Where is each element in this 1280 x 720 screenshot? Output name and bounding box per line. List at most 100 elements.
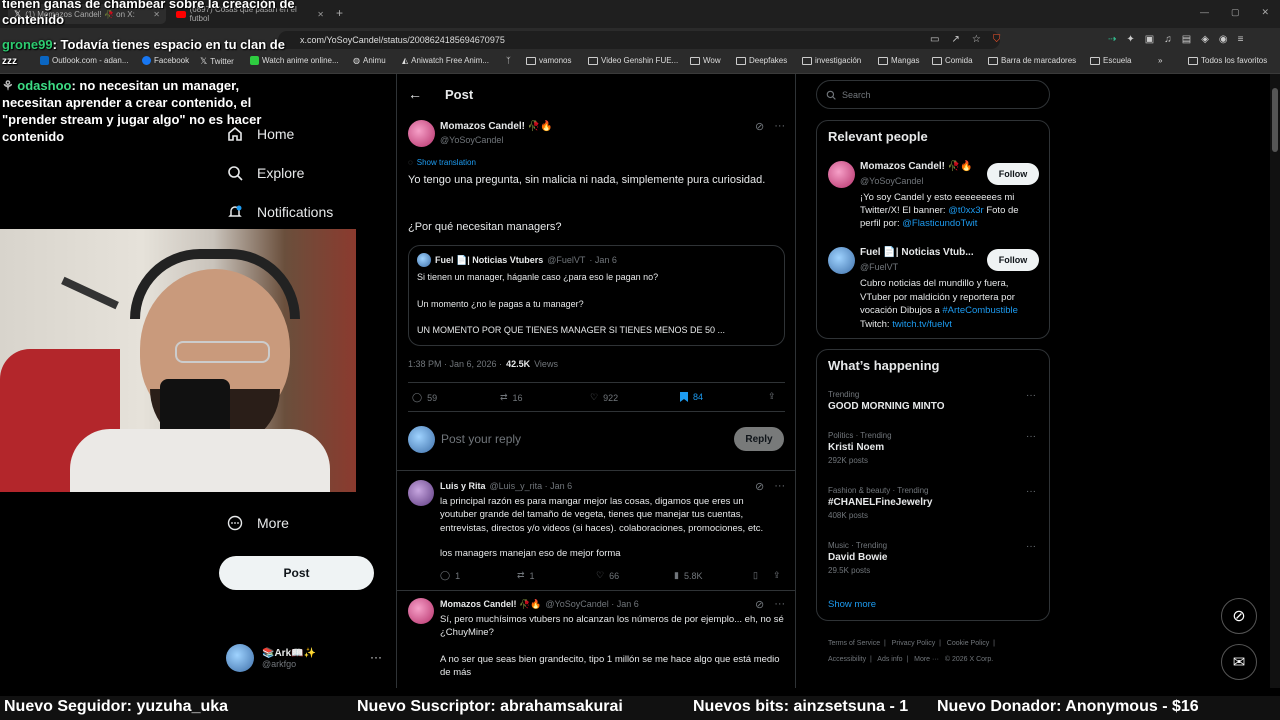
- bookmark-folder[interactable]: vamonos: [526, 56, 571, 65]
- footer-link[interactable]: Accessibility: [828, 656, 866, 663]
- more-icon[interactable]: ···: [1026, 431, 1036, 442]
- messages-fab[interactable]: ✉: [1221, 644, 1257, 680]
- footer-link[interactable]: Terms of Service: [828, 640, 880, 647]
- bookmark-folder[interactable]: Deepfakes: [736, 56, 787, 65]
- reader-icon[interactable]: ▤: [1182, 34, 1191, 45]
- bio-link[interactable]: #ArteCombustible: [942, 305, 1018, 316]
- more-icon[interactable]: ···: [774, 480, 785, 493]
- trend-item[interactable]: Trending GOOD MORNING MINTO: [828, 390, 944, 412]
- chevron-right-icon[interactable]: »: [1158, 56, 1162, 65]
- grok-icon[interactable]: ⊘: [755, 120, 764, 133]
- post-button[interactable]: Post: [219, 556, 374, 590]
- reply-author-name[interactable]: Momazos Candel! 🥀🔥: [440, 599, 541, 610]
- repost-action[interactable]: ⇄ 16: [500, 392, 523, 403]
- avatar[interactable]: [408, 120, 435, 147]
- scrollbar[interactable]: [1270, 74, 1280, 688]
- grok-icon[interactable]: ⊘: [755, 598, 764, 611]
- grok-fab[interactable]: ⊘: [1221, 598, 1257, 634]
- more-icon[interactable]: ···: [1026, 486, 1036, 497]
- bio-link[interactable]: @t0xx3r: [948, 205, 984, 216]
- wallet-icon[interactable]: ◈: [1201, 34, 1209, 45]
- music-icon[interactable]: ♫: [1164, 34, 1172, 45]
- nav-notifications[interactable]: Notifications: [227, 204, 333, 220]
- follow-button[interactable]: Follow: [987, 163, 1039, 185]
- views-action[interactable]: ▮ 5.8K: [674, 570, 702, 581]
- more-icon[interactable]: ···: [1026, 541, 1036, 552]
- bookmark-folder[interactable]: Barra de marcadores: [988, 56, 1076, 65]
- author-handle[interactable]: @YoSoyCandel: [440, 135, 503, 145]
- more-icon[interactable]: ···: [1026, 390, 1036, 401]
- bookmark-folder[interactable]: Comida: [932, 56, 973, 65]
- share-icon[interactable]: ↗: [951, 34, 959, 45]
- person-name[interactable]: Momazos Candel! 🥀🔥: [860, 161, 973, 172]
- bookmark-folder[interactable]: investigación: [802, 56, 861, 65]
- reply-author-name[interactable]: Luis y Rita: [440, 481, 486, 491]
- bookmark-item[interactable]: ◭ Aniwatch Free Anim...: [402, 56, 489, 65]
- avatar[interactable]: [408, 598, 434, 624]
- bookmark-item[interactable]: Watch anime online...: [250, 56, 339, 65]
- bio-link[interactable]: @FlasticundoTwit: [902, 218, 977, 229]
- like-action[interactable]: ♡ 66: [596, 570, 619, 581]
- bookmark-item[interactable]: Facebook: [142, 56, 189, 65]
- footer-link[interactable]: Cookie Policy: [947, 640, 989, 647]
- bookmark-item[interactable]: Outlook.com - adan...: [40, 56, 128, 65]
- author-name[interactable]: Momazos Candel! 🥀🔥: [440, 121, 553, 132]
- reply-button[interactable]: Reply: [734, 427, 784, 451]
- footer-link[interactable]: Privacy Policy: [892, 640, 936, 647]
- avatar[interactable]: [828, 161, 855, 188]
- account-more-icon[interactable]: ···: [370, 650, 382, 664]
- bookmark-folder[interactable]: Escuela: [1090, 56, 1131, 65]
- trend-item[interactable]: Politics · Trending Kristi Noem 292K pos…: [828, 431, 892, 465]
- more-icon[interactable]: ···: [774, 598, 785, 611]
- footer-link[interactable]: More ···: [914, 656, 939, 663]
- trend-item[interactable]: Fashion & beauty · Trending #CHANELFineJ…: [828, 486, 932, 520]
- avatar[interactable]: [828, 247, 855, 274]
- puzzle-icon[interactable]: ✦: [1126, 34, 1134, 45]
- bookmark-star-icon[interactable]: ☆: [972, 34, 981, 45]
- screen-icon[interactable]: ▭: [930, 34, 939, 45]
- bookmark-item[interactable]: ◍ Animu: [353, 56, 386, 65]
- grok-icon[interactable]: ⊘: [755, 480, 764, 493]
- nav-more[interactable]: More: [227, 515, 289, 531]
- bookmark-item[interactable]: 𝕏 Twitter: [200, 56, 234, 67]
- nav-explore[interactable]: Explore: [227, 165, 304, 181]
- minimize-icon[interactable]: —: [1200, 7, 1209, 18]
- bookmark-folder[interactable]: Mangas: [878, 56, 919, 65]
- more-icon[interactable]: ···: [774, 120, 785, 133]
- bookmark-action[interactable]: 84: [680, 392, 703, 402]
- bookmark-folder[interactable]: Video Genshin FUE...: [588, 56, 678, 65]
- like-action[interactable]: ♡ 922: [590, 392, 618, 403]
- bookmark-overflow-icon[interactable]: ᛉ: [506, 56, 511, 65]
- footer-link[interactable]: Ads info: [877, 656, 902, 663]
- share-icon[interactable]: ⇪: [768, 391, 776, 402]
- reply-input[interactable]: Post your reply: [441, 432, 521, 446]
- trend-item[interactable]: Music · Trending David Bowie 29.5K posts: [828, 541, 887, 575]
- sidebar-icon[interactable]: ▣: [1145, 34, 1154, 45]
- bookmark-folder[interactable]: Wow: [690, 56, 721, 65]
- brave-shield-icon[interactable]: ⛉: [993, 34, 1001, 45]
- search-input[interactable]: Search: [842, 90, 871, 100]
- close-window-icon[interactable]: ✕: [1262, 7, 1270, 18]
- all-bookmarks[interactable]: Todos los favoritos: [1188, 56, 1267, 65]
- scrollbar-thumb[interactable]: [1272, 88, 1278, 152]
- person-name[interactable]: Fuel 📄| Noticias Vtub...: [860, 247, 974, 258]
- follow-button[interactable]: Follow: [987, 249, 1039, 271]
- show-translation-link[interactable]: Show translation: [417, 158, 476, 167]
- search-box[interactable]: Search: [816, 80, 1050, 109]
- reply-action[interactable]: ◯ 59: [412, 392, 437, 403]
- new-tab-button[interactable]: +: [336, 6, 343, 20]
- bio-link[interactable]: twitch.tv/fuelvt: [892, 319, 952, 330]
- back-arrow-icon[interactable]: ←: [408, 86, 422, 102]
- share-icon[interactable]: ⇪: [773, 570, 781, 581]
- repost-action[interactable]: ⇄ 1: [517, 570, 535, 581]
- avatar[interactable]: [408, 480, 434, 506]
- extension-icon[interactable]: ⇢: [1108, 34, 1116, 45]
- account-switcher[interactable]: 📚Ark📖✨ @arkfgo: [226, 644, 316, 672]
- url-field[interactable]: x.com/YoSoyCandel/status/200862418569467…: [278, 31, 1000, 49]
- show-more-link[interactable]: Show more: [828, 599, 876, 610]
- vpn-icon[interactable]: ◉: [1219, 34, 1228, 45]
- reply-action[interactable]: ◯ 1: [440, 570, 460, 581]
- bookmark-icon[interactable]: ▯: [753, 570, 758, 581]
- menu-icon[interactable]: ≡: [1238, 34, 1244, 45]
- close-icon[interactable]: ✕: [317, 10, 324, 19]
